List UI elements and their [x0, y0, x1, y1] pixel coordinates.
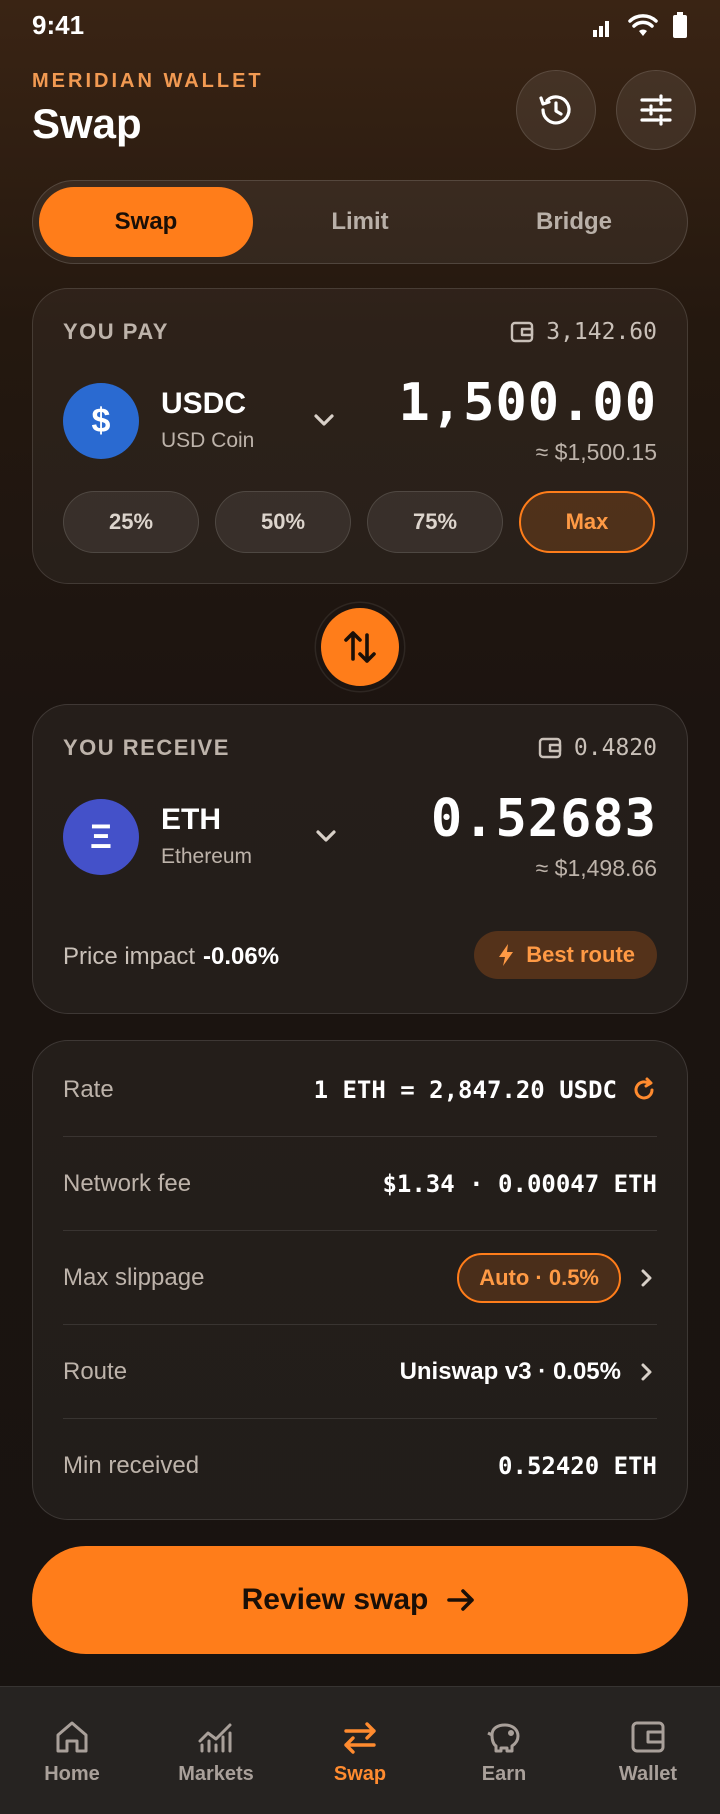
wallet-icon: [631, 1721, 665, 1753]
rate-value: 1 ETH = 2,847.20 USDC: [313, 1075, 617, 1104]
usdc-token-icon: $: [63, 383, 139, 459]
arrow-right-icon: [447, 1589, 475, 1611]
nav-earn-label: Earn: [481, 1763, 527, 1785]
swap-details-card: Rate 1 ETH = 2,847.20 USDC Network fee $…: [32, 1040, 688, 1520]
receive-token-symbol[interactable]: ETH: [161, 803, 221, 837]
receive-amount: 0.52683: [430, 789, 657, 849]
swap-icon: [344, 1722, 376, 1754]
swap-vertical-icon: [344, 631, 376, 663]
nav-wallet-label: Wallet: [618, 1763, 678, 1785]
price-impact-value: -0.06%: [203, 943, 280, 970]
min-received-label: Min received: [63, 1452, 200, 1479]
signal-icon: [593, 21, 609, 37]
route-value-group: Uniswap v3 · 0.05%: [400, 1358, 657, 1386]
receive-balance-value: 0.4820: [573, 735, 657, 761]
receive-card: YOU RECEIVE 0.4820 Ξ ETH Ethereum 0.5268…: [32, 704, 688, 1014]
history-button[interactable]: [516, 70, 596, 150]
rate-value-group: 1 ETH = 2,847.20 USDC: [314, 1076, 657, 1104]
route-row[interactable]: Route Uniswap v3 · 0.05%: [63, 1325, 657, 1419]
status-icons: [592, 12, 688, 38]
nav-markets[interactable]: Markets: [144, 1687, 288, 1814]
pay-balance-value: 3,142.60: [546, 319, 657, 345]
pay-label: YOU PAY: [63, 319, 169, 344]
nav-wallet[interactable]: Wallet: [576, 1687, 720, 1814]
max-slippage-label: Max slippage: [63, 1263, 205, 1291]
history-icon: [539, 95, 571, 125]
battery-icon: [673, 12, 687, 38]
tab-swap[interactable]: Swap: [39, 187, 253, 257]
nav-earn[interactable]: Earn: [432, 1687, 576, 1814]
max-slippage-row[interactable]: Max slippage Auto · 0.5%: [63, 1231, 657, 1325]
receive-label: YOU RECEIVE: [63, 735, 230, 760]
status-bar: 9:41: [0, 0, 720, 50]
network-fee-label: Network fee: [63, 1169, 192, 1197]
min-received-row: Min received 0.52420 ETH: [63, 1419, 657, 1513]
slippage-pill[interactable]: Auto · 0.5%: [457, 1252, 621, 1303]
route-value: Uniswap v3 · 0.05%: [399, 1357, 621, 1385]
pay-amount[interactable]: 1,500.00: [399, 373, 657, 433]
price-impact: Price impact -0.06%: [63, 943, 279, 971]
chevron-right-icon[interactable]: [635, 1361, 657, 1383]
max-button[interactable]: Max: [519, 491, 655, 553]
network-fee-value: $1.34 · 0.00047 ETH: [382, 1169, 657, 1198]
nav-swap[interactable]: Swap: [288, 1687, 432, 1814]
page-title: Swap: [32, 100, 142, 147]
max-slippage-value-group: Auto · 0.5%: [457, 1252, 657, 1303]
chevron-down-icon[interactable]: [311, 407, 337, 433]
percent-75-button[interactable]: 75%: [367, 491, 503, 553]
network-fee-row: Network fee $1.34 · 0.00047 ETH: [63, 1137, 657, 1231]
nav-home[interactable]: Home: [0, 1687, 144, 1814]
tab-bridge[interactable]: Bridge: [467, 187, 681, 257]
refresh-icon[interactable]: [631, 1077, 657, 1103]
pay-token-symbol[interactable]: USDC: [161, 387, 246, 421]
wallet-icon: [511, 321, 534, 343]
wallet-icon: [538, 737, 562, 759]
tab-limit[interactable]: Limit: [253, 187, 467, 257]
lightning-icon: [499, 944, 514, 966]
receive-token-name: Ethereum: [161, 845, 253, 868]
receive-balance: 0.4820: [538, 735, 657, 761]
home-icon: [56, 1721, 88, 1753]
nav-swap-label: Swap: [333, 1763, 387, 1785]
nav-home-label: Home: [44, 1763, 100, 1785]
chevron-down-icon[interactable]: [313, 823, 339, 849]
chevron-right-icon[interactable]: [635, 1267, 657, 1289]
markets-icon: [198, 1723, 232, 1753]
wifi-icon: [628, 14, 658, 36]
swap-screen: 9:41 MERIDIAN WALLET Swap Swap Limit Bri…: [0, 0, 720, 1814]
swap-mode-tabs: Swap Limit Bridge: [32, 180, 688, 264]
piggy-bank-icon: [487, 1723, 520, 1753]
review-swap-button[interactable]: Review swap: [32, 1546, 688, 1654]
best-route-badge[interactable]: Best route: [474, 931, 657, 979]
brand-name: MERIDIAN WALLET: [32, 70, 264, 92]
sliders-icon: [640, 94, 672, 126]
pay-card: YOU PAY 3,142.60 $ USDC USD Coin 1,500.0…: [32, 288, 688, 584]
percent-50-button[interactable]: 50%: [215, 491, 351, 553]
review-swap-label: Review swap: [241, 1583, 429, 1616]
rate-label: Rate: [63, 1075, 114, 1103]
min-received-value: 0.52420 ETH: [498, 1452, 657, 1480]
rate-row: Rate 1 ETH = 2,847.20 USDC: [63, 1043, 657, 1137]
nav-markets-label: Markets: [178, 1763, 254, 1785]
route-label: Route: [63, 1357, 128, 1385]
percent-25-button[interactable]: 25%: [63, 491, 199, 553]
pay-balance: 3,142.60: [510, 319, 657, 345]
price-impact-label: Price impact: [63, 943, 196, 970]
bottom-nav: Home Markets Swap Earn Wallet: [0, 1686, 720, 1814]
best-route-label: Best route: [526, 942, 635, 967]
eth-token-icon: Ξ: [63, 799, 139, 875]
swap-direction-button[interactable]: [316, 603, 404, 691]
receive-amount-usd: ≈ $1,498.66: [535, 855, 657, 881]
pay-amount-usd: ≈ $1,500.15: [535, 439, 657, 465]
status-time: 9:41: [32, 10, 85, 40]
settings-button[interactable]: [616, 70, 696, 150]
percent-buttons: 25% 50% 75% Max: [63, 491, 655, 553]
pay-token-name: USD Coin: [161, 429, 255, 452]
